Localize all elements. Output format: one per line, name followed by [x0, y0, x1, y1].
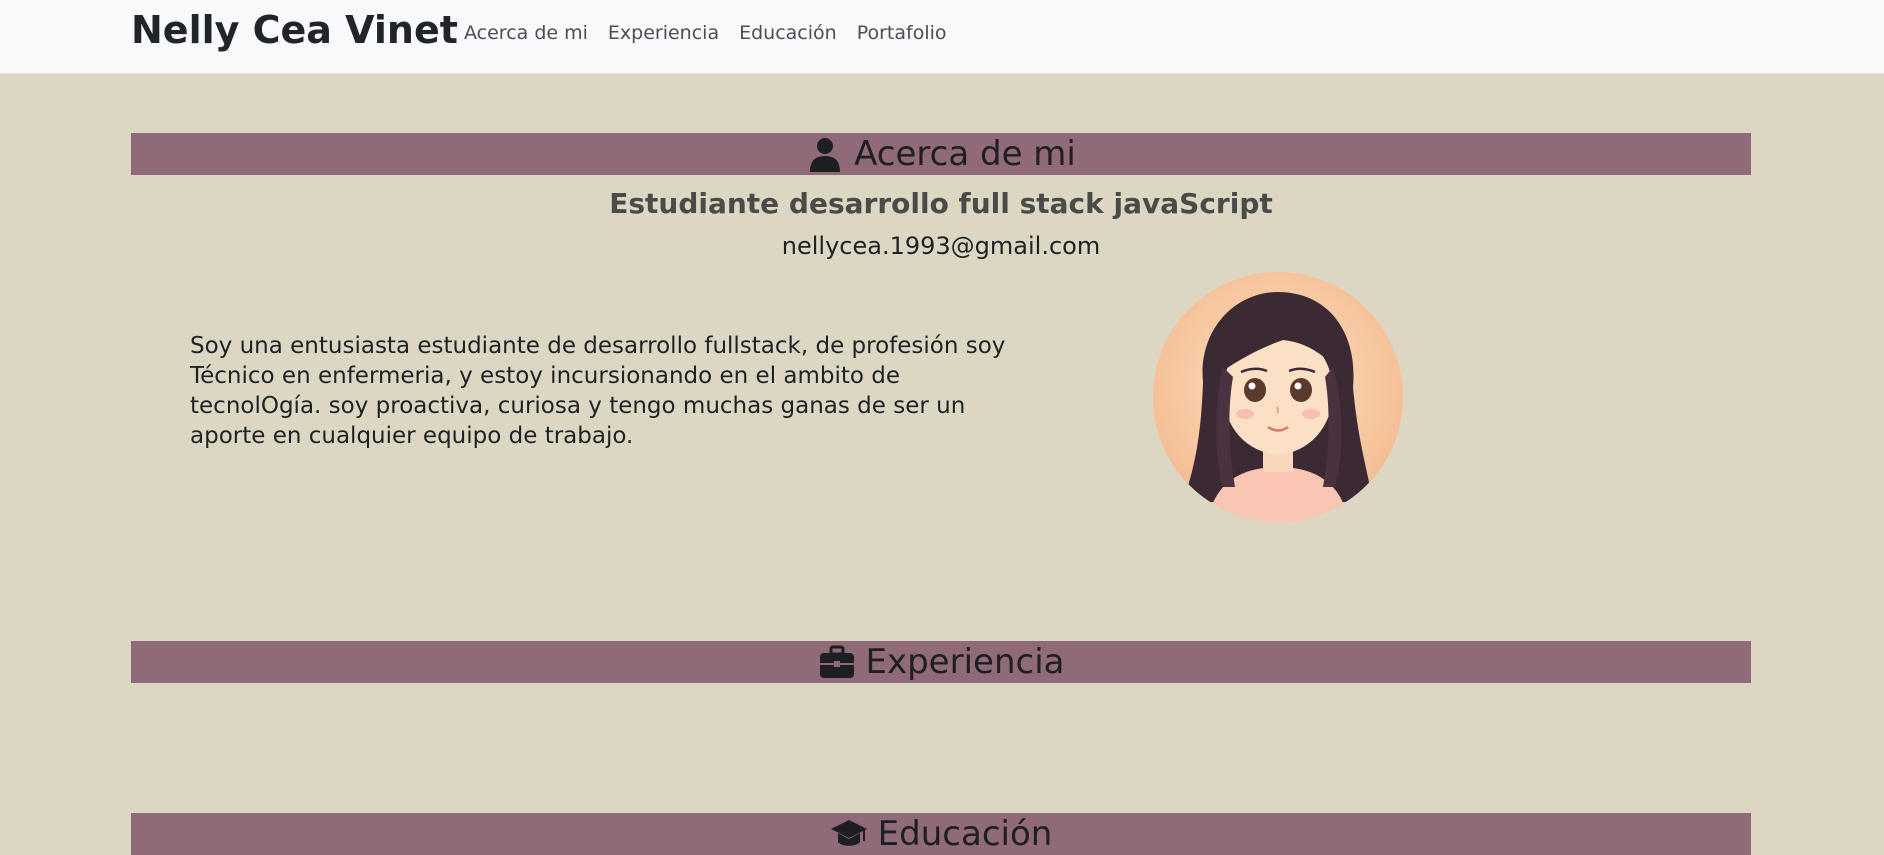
avatar-illustration	[1153, 272, 1403, 522]
navbar: Nelly Cea Vinet Acerca de mi Experiencia…	[0, 0, 1884, 74]
graduation-cap-icon	[830, 820, 867, 846]
about-description: Soy una entusiasta estudiante de desarro…	[190, 333, 1006, 449]
section-title-experience: Experiencia	[865, 642, 1065, 682]
about-email: nellycea.1993@gmail.com	[781, 232, 1101, 260]
briefcase-icon	[819, 645, 854, 678]
brand-title[interactable]: Nelly Cea Vinet	[131, 6, 458, 54]
nav-link-experiencia[interactable]: Experiencia	[608, 20, 719, 46]
nav-link-educacion[interactable]: Educación	[739, 20, 837, 46]
section-header-education: Educación	[131, 813, 1751, 855]
about-subtitle: Estudiante desarrollo full stack javaScr…	[609, 187, 1273, 220]
section-header-about: Acerca de mi	[131, 133, 1751, 175]
nav-link-portafolio[interactable]: Portafolio	[857, 20, 947, 46]
section-header-experience: Experiencia	[131, 641, 1751, 683]
nav-links: Acerca de mi Experiencia Educación Porta…	[464, 20, 947, 46]
user-icon	[810, 138, 841, 172]
section-title-about: Acerca de mi	[854, 134, 1076, 174]
nav-link-acerca[interactable]: Acerca de mi	[464, 20, 588, 46]
section-title-education: Educación	[877, 814, 1053, 854]
